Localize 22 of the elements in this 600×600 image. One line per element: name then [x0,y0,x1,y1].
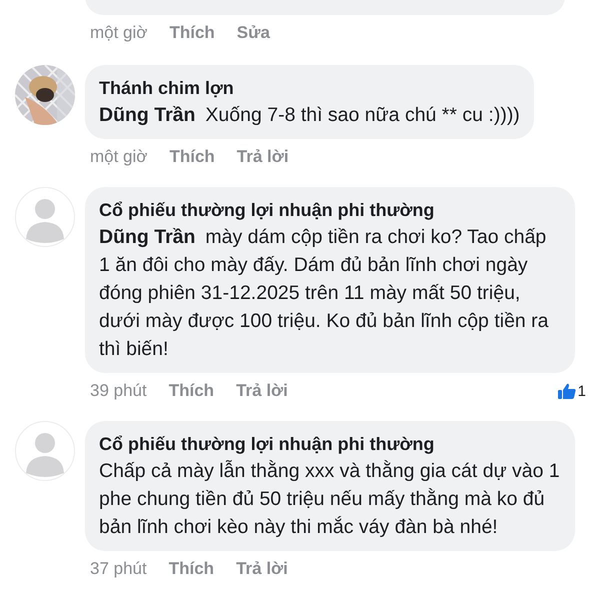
comment-time: một giờ [90,23,148,43]
reply-link[interactable]: Trả lời [236,559,288,578]
commenter-name: Cổ phiếu thường lợi nhuận phi thường [99,199,436,222]
reply-link[interactable]: Trả lời [236,381,288,401]
like-link[interactable]: Thích [168,381,214,401]
like-link[interactable]: Thích [169,147,215,167]
like-link[interactable]: Thích [169,23,215,43]
thumbs-up-icon [558,383,576,399]
comment-text: Dũng Trần mày dám cộp tiền ra chơi ko? Tao chấp 1 ăn đôi cho mày đấy. Dám đủ bản lĩnh chơi ngày đóng phiên 31-12.2025 trên 11 mày mất 50 triệu, dưới mày được 100 triệu. Ko đủ bản lĩnh cộp tiền ra thì biến! [99,225,550,362]
avatar-icon [15,421,75,481]
comment-time: 37 phút [90,559,147,578]
commenter-name: Cổ phiếu thường lợi nhuận phi thường [99,433,436,456]
avatar-icon [15,187,75,247]
comment-time: một giờ [90,147,148,167]
like-count: 1 [578,382,586,400]
commenter-name: Thánh chim lợn [99,77,235,100]
comment-text: Dũng Trần Xuống 7-8 thì sao nữa chú ** cu :)))) [99,103,520,128]
comment-time: 39 phút [90,381,147,401]
like-link[interactable]: Thích [168,559,214,578]
reply-link[interactable]: Trả lời [236,147,289,167]
comment-text: Chấp cả mày lẫn thằng xxx và thằng gia cát dự vào 1 phe chung tiền đủ 50 triệu nếu mấy thằng mà ko đủ bản lĩnh chơi kèo này thi mắc váy đàn bà nhé! [99,459,561,540]
reply-link[interactable]: Sửa [236,23,270,43]
